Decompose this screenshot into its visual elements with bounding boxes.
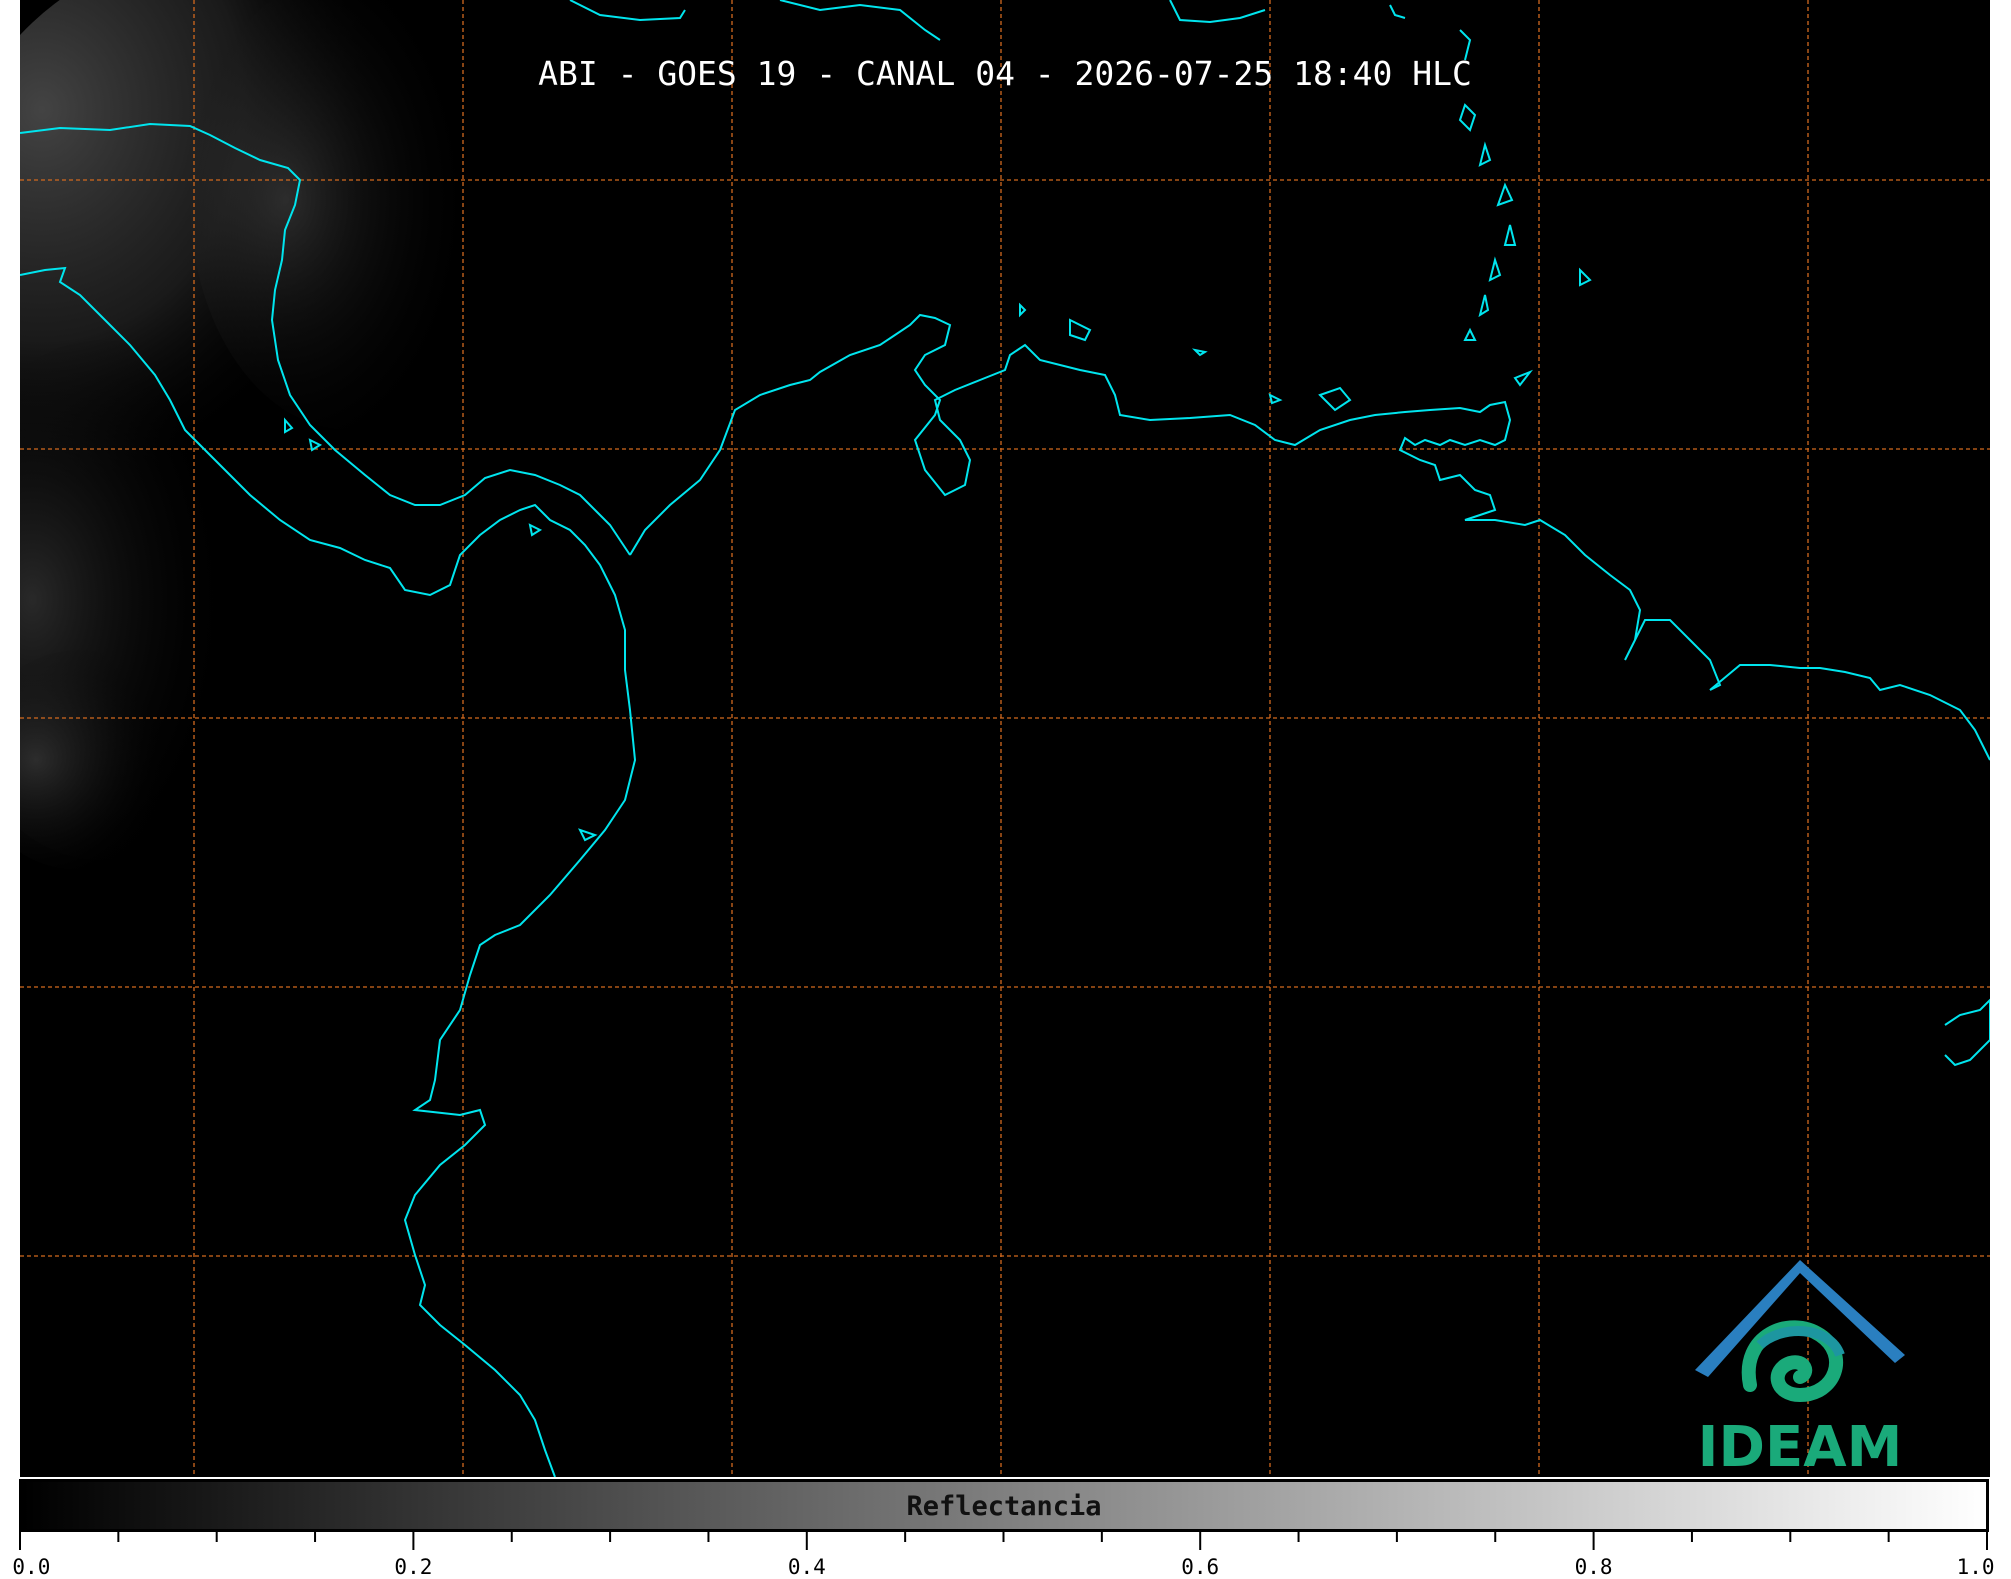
- colorbar-label: Reflectancia: [906, 1491, 1102, 1522]
- tick-label: 0.0: [12, 1555, 51, 1579]
- cloud-layer: [20, 0, 510, 870]
- tick-label: 0.4: [787, 1555, 826, 1579]
- map-title: ABI - GOES 19 - CANAL 04 - 2026-07-25 18…: [538, 54, 1472, 93]
- tick-label: 0.2: [394, 1555, 433, 1579]
- colorbar: Reflectancia: [19, 1479, 1989, 1532]
- colorbar-ticks: [19, 1532, 1988, 1550]
- tick-label: 1.0: [1956, 1555, 1995, 1579]
- tick-label: 0.6: [1181, 1555, 1220, 1579]
- ideam-logo: IDEAM: [1680, 1255, 1920, 1477]
- satellite-map: ABI - GOES 19 - CANAL 04 - 2026-07-25 18…: [20, 0, 1990, 1477]
- tick-label: 0.8: [1574, 1555, 1613, 1579]
- ideam-mountain-swirl-logo-icon: [1695, 1260, 1905, 1403]
- logo-text: IDEAM: [1697, 1415, 1903, 1477]
